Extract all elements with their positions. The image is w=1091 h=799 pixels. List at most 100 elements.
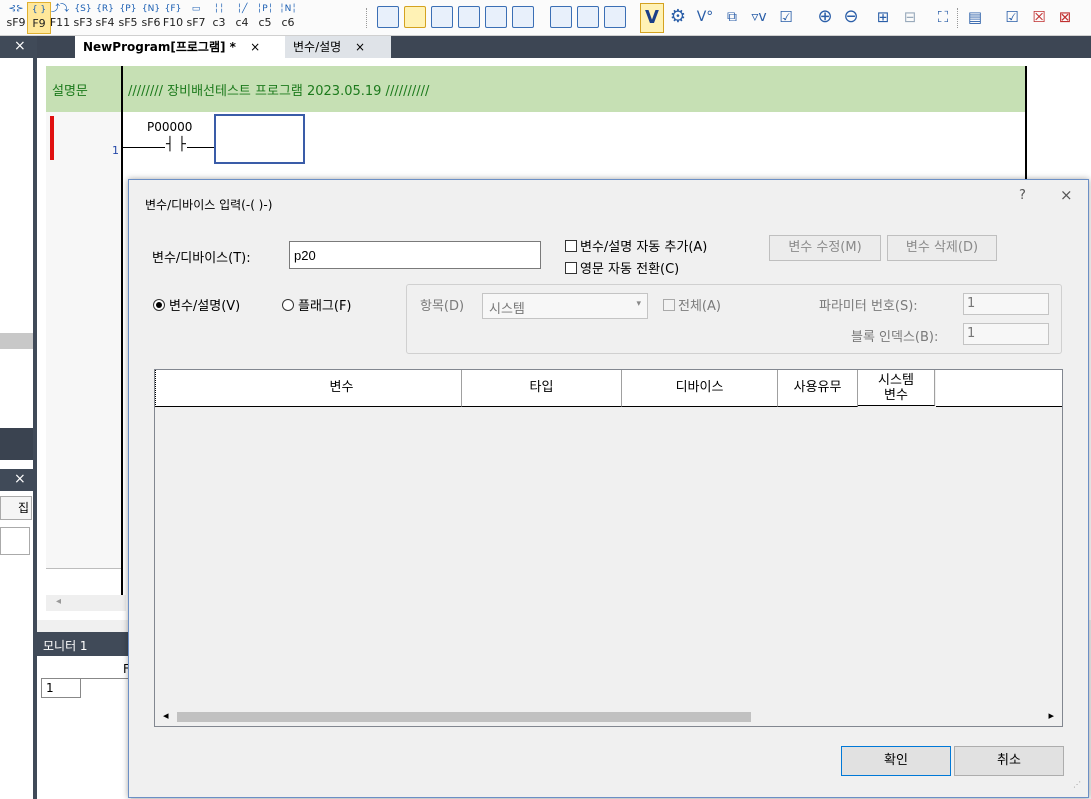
zoom-out-icon[interactable]: ⊖ bbox=[840, 3, 862, 31]
fkey-button[interactable]: ▭ sF7 bbox=[185, 2, 207, 32]
edit-variable-button[interactable]: 변수 수정(M) bbox=[769, 235, 881, 261]
compare-view-icon[interactable] bbox=[458, 6, 480, 28]
grid-header-select[interactable] bbox=[155, 370, 223, 407]
device-input[interactable] bbox=[289, 241, 541, 269]
cancel-check-icon[interactable]: ☒ bbox=[1028, 3, 1050, 31]
list-view-icon[interactable] bbox=[377, 6, 399, 28]
fkey-button[interactable]: { } F9 bbox=[27, 2, 51, 34]
rung-header[interactable]: 1 bbox=[46, 112, 121, 161]
rung-header[interactable] bbox=[46, 482, 121, 529]
cancel-button[interactable]: 취소 bbox=[954, 746, 1064, 776]
rung-header[interactable] bbox=[46, 252, 121, 299]
fkey-button[interactable]: {N} sF6 bbox=[140, 2, 162, 32]
fkey-button[interactable]: ╎╎ c3 bbox=[208, 2, 230, 32]
fkey-button[interactable]: ╎N╎ c6 bbox=[277, 2, 299, 32]
monitor-grid[interactable]: F 1 bbox=[37, 656, 131, 799]
scroll-right-icon[interactable]: ▸ bbox=[1048, 709, 1054, 722]
h-scrollbar[interactable]: ◂ bbox=[46, 595, 126, 611]
close-icon[interactable]: × bbox=[250, 40, 260, 54]
download-icon[interactable] bbox=[604, 6, 626, 28]
close-icon[interactable]: × bbox=[14, 471, 26, 487]
fkey-button[interactable]: ╎P╎ c5 bbox=[254, 2, 276, 32]
checkbox-box[interactable] bbox=[663, 299, 675, 311]
help-icon[interactable]: ? bbox=[1019, 188, 1026, 203]
block-input[interactable]: 1 bbox=[963, 323, 1049, 345]
block-view-icon[interactable] bbox=[431, 6, 453, 28]
fkey-button[interactable]: {S} sF3 bbox=[72, 2, 94, 32]
radio-dot[interactable] bbox=[282, 299, 294, 311]
rung-header[interactable] bbox=[46, 390, 121, 437]
properties-icon[interactable] bbox=[550, 6, 572, 28]
radio-variable[interactable]: 변수/설명(V) bbox=[153, 295, 240, 314]
grid-header-system-var[interactable]: 시스템 변수 bbox=[858, 370, 935, 406]
checkbox-box[interactable] bbox=[565, 240, 577, 252]
close-icon[interactable]: × bbox=[1060, 186, 1073, 204]
var-v-icon[interactable]: ▿v bbox=[748, 3, 770, 31]
project-panel-header: × bbox=[0, 36, 37, 58]
rung-expand-icon[interactable]: ⊞ bbox=[872, 3, 894, 31]
checkbox-box[interactable] bbox=[565, 262, 577, 274]
rung-number: 1 bbox=[112, 144, 119, 157]
fkey-button[interactable]: {R} sF4 bbox=[94, 2, 116, 32]
close-view-icon[interactable]: ⊠ bbox=[1054, 3, 1076, 31]
rung-header[interactable] bbox=[46, 206, 121, 253]
english-switch-checkbox[interactable]: 영문 자동 전환(C) bbox=[565, 258, 679, 277]
edit-tab[interactable]: 집 bbox=[0, 496, 32, 520]
scroll-left-icon[interactable]: ◂ bbox=[56, 596, 61, 607]
variable-v-icon[interactable]: V bbox=[640, 3, 664, 33]
fkey-button[interactable]: ⊰⊱ sF9 bbox=[5, 2, 27, 32]
fit-icon[interactable]: ⛶ bbox=[932, 3, 954, 31]
fkey-button[interactable]: ⤴⤵ F11 bbox=[49, 2, 71, 32]
english-switch-label: 영문 자동 전환(C) bbox=[580, 262, 680, 277]
monitor-row[interactable]: 1 bbox=[41, 678, 81, 698]
rung-collapse-icon[interactable]: ⊟ bbox=[899, 3, 921, 31]
rung-header[interactable] bbox=[46, 344, 121, 391]
scroll-thumb[interactable] bbox=[177, 712, 751, 722]
resize-grip-icon[interactable]: ⋰ bbox=[1073, 780, 1081, 789]
variable-grid[interactable]: 변수 타입 디바이스 사용유무 시스템 변수 ◂ ▸ bbox=[154, 369, 1063, 727]
ladder-view-icon[interactable] bbox=[404, 6, 426, 28]
bottom-panel-header: × bbox=[0, 469, 37, 491]
rung-header[interactable] bbox=[46, 436, 121, 483]
radio-flag[interactable]: 플래그(F) bbox=[282, 295, 352, 314]
fkey-button[interactable]: {P} sF5 bbox=[117, 2, 139, 32]
radio-dot[interactable] bbox=[153, 299, 165, 311]
checked-icon[interactable]: ☑ bbox=[1001, 3, 1023, 31]
grid-header-device[interactable]: 디바이스 bbox=[622, 370, 778, 407]
close-icon[interactable]: × bbox=[355, 40, 365, 54]
rung-header[interactable] bbox=[46, 298, 121, 345]
auto-add-checkbox[interactable]: 변수/설명 자동 추가(A) bbox=[565, 236, 707, 255]
cursor-cell[interactable] bbox=[214, 114, 305, 164]
loop-view-icon[interactable] bbox=[485, 6, 507, 28]
ok-button[interactable]: 확인 bbox=[841, 746, 951, 776]
close-icon[interactable]: × bbox=[14, 38, 26, 54]
panel-icon[interactable]: ▤ bbox=[964, 3, 986, 31]
fkey-button[interactable]: ╎╱ c4 bbox=[231, 2, 253, 32]
delete-variable-button[interactable]: 변수 삭제(D) bbox=[887, 235, 997, 261]
monitor-view-icon[interactable] bbox=[512, 6, 534, 28]
window-icon[interactable] bbox=[577, 6, 599, 28]
grid-h-scrollbar[interactable]: ◂ ▸ bbox=[157, 709, 1060, 725]
contact-symbol[interactable]: ┤ ├ bbox=[165, 137, 187, 152]
rung-header[interactable] bbox=[46, 160, 121, 207]
check-box-icon[interactable]: ☑ bbox=[775, 3, 797, 31]
zoom-in-icon[interactable]: ⊕ bbox=[814, 3, 836, 31]
tab-variables[interactable]: 변수/설명 × bbox=[285, 36, 391, 58]
grid-header-type[interactable]: 타입 bbox=[462, 370, 622, 407]
fkey-button[interactable]: {F} F10 bbox=[162, 2, 184, 32]
chip-icon[interactable]: ⚙ bbox=[667, 3, 689, 31]
var-o-icon[interactable]: V° bbox=[694, 3, 716, 31]
grid-header-variable[interactable]: 변수 bbox=[222, 370, 462, 407]
rung-header[interactable] bbox=[46, 528, 121, 569]
grid-header-used[interactable]: 사용유무 bbox=[778, 370, 858, 407]
fkey-symbol-icon: ╎P╎ bbox=[256, 4, 274, 14]
fkey-symbol-icon: ⊰⊱ bbox=[8, 4, 24, 14]
item-select[interactable]: 시스템 ▾ bbox=[482, 293, 648, 319]
scroll-left-icon[interactable]: ◂ bbox=[163, 709, 169, 722]
all-checkbox[interactable]: 전체(A) bbox=[663, 295, 721, 314]
var-copy-icon[interactable]: ⧉ bbox=[721, 3, 743, 31]
panel-splitter[interactable] bbox=[0, 333, 37, 349]
tab-new-program[interactable]: NewProgram[프로그램] * × bbox=[75, 36, 287, 58]
param-input[interactable]: 1 bbox=[963, 293, 1049, 315]
comment-row[interactable]: 설명문 //////// 장비배선테스트 프로그램 2023.05.19 ///… bbox=[46, 66, 1026, 112]
